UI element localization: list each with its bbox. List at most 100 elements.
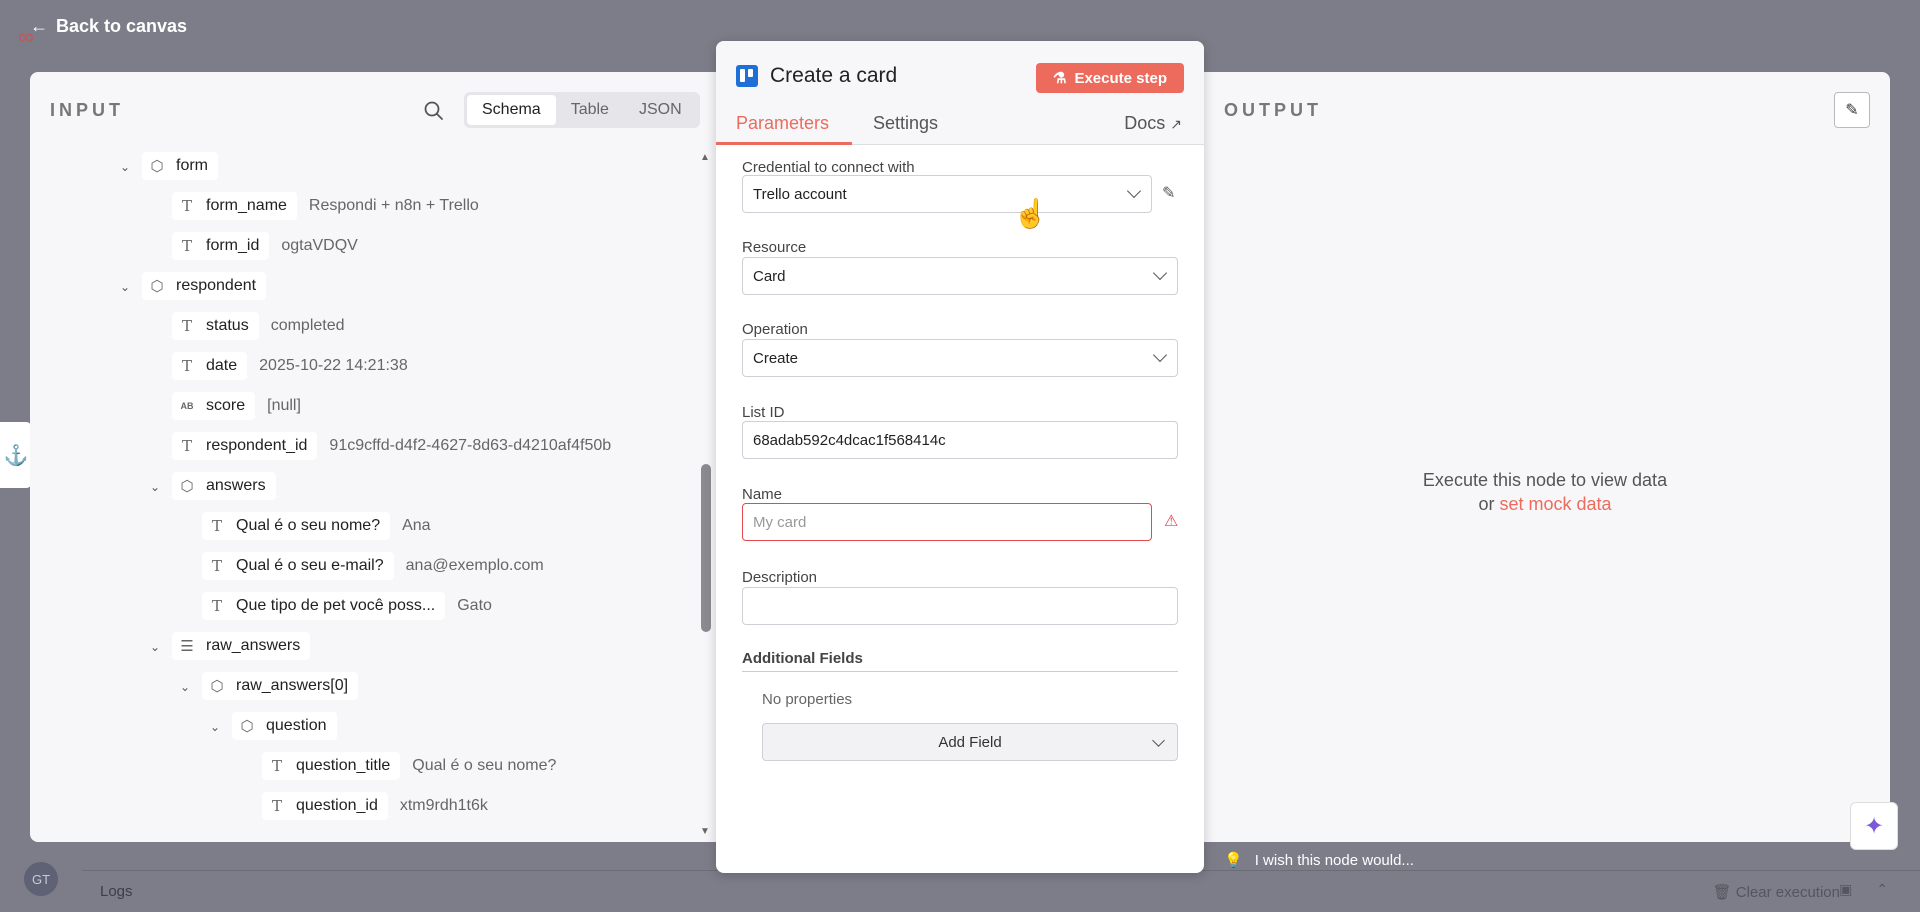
tab-json[interactable]: JSON xyxy=(624,95,697,125)
field-key: Qual é o seu nome? xyxy=(236,517,381,534)
resource-value: Card xyxy=(753,267,786,285)
node-editor-header: Create a card ⚗ Execute step Parameters … xyxy=(716,41,1204,145)
array-type-icon: ☰ xyxy=(180,637,194,655)
add-field-button[interactable]: Add Field xyxy=(762,723,1178,761)
field-key: respondent_id xyxy=(206,437,308,454)
tree-row[interactable]: Tform_id ogtaVDQV xyxy=(172,232,358,260)
name-input[interactable]: My card xyxy=(742,503,1152,541)
sparkle-icon: ✦ xyxy=(1863,812,1885,840)
chevron-down-icon xyxy=(1152,347,1168,363)
chevron-down-icon[interactable]: ⌄ xyxy=(148,480,162,494)
additional-fields-divider xyxy=(742,671,1178,672)
webhook-icon[interactable]: ⚓ xyxy=(0,422,32,488)
field-key: respondent xyxy=(176,277,257,294)
tree-row[interactable]: AB score [null] xyxy=(172,392,301,420)
text-type-icon: T xyxy=(181,357,192,375)
description-input[interactable] xyxy=(742,587,1178,625)
set-mock-data-link[interactable]: set mock data xyxy=(1499,494,1611,514)
scroll-up-icon[interactable]: ▲ xyxy=(700,152,710,163)
tab-settings[interactable]: Settings xyxy=(873,113,938,134)
chevron-down-icon[interactable]: ⌄ xyxy=(148,640,162,654)
scrollbar-thumb[interactable] xyxy=(701,464,711,632)
field-key: date xyxy=(206,357,238,374)
field-key: raw_answers[0] xyxy=(236,677,349,694)
object-type-icon: ⬡ xyxy=(210,677,224,695)
tree-row[interactable]: ⬡ respondent xyxy=(142,272,267,300)
logs-toolbar-icons[interactable]: ▣ ⌃ xyxy=(1839,881,1898,898)
tree-row[interactable]: ⬡ form xyxy=(142,152,218,180)
tree-row[interactable]: T Qual é o seu nome? Ana xyxy=(202,512,431,540)
warning-icon: ⚠ xyxy=(1164,513,1179,530)
credential-select[interactable]: Trello account xyxy=(742,175,1152,213)
additional-fields-label: Additional Fields xyxy=(742,650,863,667)
avatar[interactable]: GT xyxy=(24,862,58,896)
tree-row[interactable]: ⬡ question xyxy=(232,712,337,740)
tab-schema[interactable]: Schema xyxy=(467,95,556,125)
tree-row[interactable]: ☰ raw_answers xyxy=(172,632,311,660)
docs-link[interactable]: Docs ↗ xyxy=(1124,113,1182,134)
ai-assistant-button[interactable]: ✦ xyxy=(1850,802,1898,850)
execute-step-button[interactable]: ⚗ Execute step xyxy=(1036,63,1184,93)
back-to-canvas-button[interactable]: ← Back to canvas xyxy=(30,16,187,37)
field-key: raw_answers xyxy=(206,637,301,654)
chevron-down-icon[interactable]: ⌄ xyxy=(178,680,192,694)
field-value: 2025-10-22 14:21:38 xyxy=(259,357,408,374)
credential-label: Credential to connect with xyxy=(742,159,915,176)
search-icon[interactable] xyxy=(423,100,445,122)
tab-table[interactable]: Table xyxy=(556,95,624,125)
tree-row[interactable]: Tform_name Respondi + n8n + Trello xyxy=(172,192,479,220)
field-key: form xyxy=(176,157,208,174)
chevron-down-icon xyxy=(1152,265,1168,281)
tree-row[interactable]: Trespondent_id 91c9cffd-d4f2-4627-8d63-d… xyxy=(172,432,611,460)
operation-label: Operation xyxy=(742,321,808,338)
tree-row[interactable]: T Qual é o seu e-mail? ana@exemplo.com xyxy=(202,552,544,580)
trello-icon xyxy=(736,65,758,87)
scroll-down-icon[interactable]: ▼ xyxy=(700,826,710,837)
operation-select[interactable]: Create xyxy=(742,339,1178,377)
external-link-icon: ↗ xyxy=(1170,116,1182,132)
edit-credential-icon[interactable]: ✎ xyxy=(1162,183,1175,203)
field-value: ana@exemplo.com xyxy=(405,557,544,574)
field-key: status xyxy=(206,317,249,334)
field-value: [null] xyxy=(267,397,301,414)
text-type-icon: T xyxy=(181,197,192,215)
output-empty-message: Execute this node to view data or set mo… xyxy=(1200,468,1890,516)
view-mode-toggle: Schema Table JSON xyxy=(464,92,700,128)
tree-row[interactable]: ⬡ raw_answers[0] xyxy=(202,672,359,700)
chevron-down-icon[interactable]: ⌄ xyxy=(208,720,222,734)
field-value: 91c9cffd-d4f2-4627-8d63-d4210af4f50b xyxy=(329,437,612,454)
field-key: Qual é o seu e-mail? xyxy=(236,557,384,574)
resource-select[interactable]: Card xyxy=(742,257,1178,295)
object-type-icon: ⬡ xyxy=(150,157,164,175)
text-type-icon: T xyxy=(211,517,222,535)
no-properties-text: No properties xyxy=(762,691,853,708)
text-type-icon: T xyxy=(181,237,192,255)
docs-label: Docs xyxy=(1124,113,1166,133)
object-type-icon: ⬡ xyxy=(240,717,254,735)
tab-parameters[interactable]: Parameters xyxy=(736,113,829,134)
lightbulb-icon: 💡 xyxy=(1224,852,1243,869)
list-id-value: 68adab592c4dcac1f568414c xyxy=(753,431,946,449)
node-title[interactable]: Create a card xyxy=(770,64,897,88)
flask-icon: ⚗ xyxy=(1053,70,1067,87)
clear-execution-button[interactable]: 🗑 Clear execution xyxy=(1713,883,1840,901)
chevron-down-icon[interactable]: ⌄ xyxy=(118,280,132,294)
tree-row[interactable]: T Que tipo de pet você poss... Gato xyxy=(202,592,492,620)
feedback-link[interactable]: 💡 I wish this node would... xyxy=(1224,851,1414,870)
tree-row[interactable]: ⬡ answers xyxy=(172,472,276,500)
tree-row[interactable]: Tquestion_id xtm9rdh1t6k xyxy=(262,792,488,820)
list-id-input[interactable]: 68adab592c4dcac1f568414c xyxy=(742,421,1178,459)
edit-output-button[interactable]: ✎ xyxy=(1834,92,1870,128)
field-value: Qual é o seu nome? xyxy=(412,757,557,774)
node-editor: Create a card ⚗ Execute step Parameters … xyxy=(716,41,1204,873)
text-type-icon: T xyxy=(271,797,282,815)
tree-row[interactable]: Tstatus completed xyxy=(172,312,345,340)
field-value: completed xyxy=(270,317,345,334)
chevron-down-icon[interactable]: ⌄ xyxy=(118,160,132,174)
tree-row[interactable]: Tdate 2025-10-22 14:21:38 xyxy=(172,352,408,380)
tree-row[interactable]: Tquestion_title Qual é o seu nome? xyxy=(262,752,556,780)
input-panel-label: INPUT xyxy=(50,100,124,120)
field-value: Ana xyxy=(402,517,431,534)
field-key: score xyxy=(206,397,246,414)
logs-label[interactable]: Logs xyxy=(100,883,133,900)
